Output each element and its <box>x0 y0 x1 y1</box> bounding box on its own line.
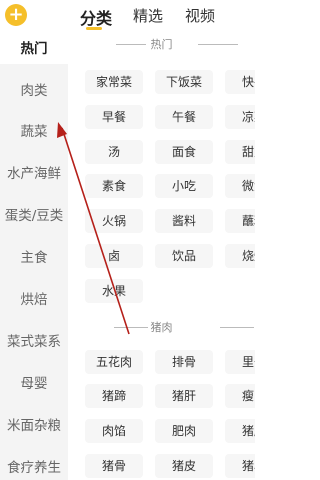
app-root: + 分类 精选 视频 热门 肉类 蔬菜 水产海鲜 蛋类/豆类 主食 烘焙 菜式菜… <box>0 0 255 480</box>
add-button[interactable]: + <box>5 4 27 26</box>
tag-chip[interactable]: 凉菜 <box>225 105 255 129</box>
tag-chip[interactable]: 面食 <box>155 140 213 164</box>
tag-chip[interactable]: 早餐 <box>85 105 143 129</box>
tag-chip[interactable]: 猪皮 <box>155 454 213 478</box>
tag-chip[interactable]: 火锅 <box>85 209 143 233</box>
tab-video[interactable]: 视频 <box>185 5 215 26</box>
tag-chip[interactable]: 猪肚 <box>225 419 255 443</box>
tag-chip[interactable]: 素食 <box>85 174 143 198</box>
tag-chip[interactable]: 猪蹄 <box>85 384 143 408</box>
top-bar: + 分类 精选 视频 <box>0 0 255 34</box>
tag-chip[interactable]: 小吃 <box>155 174 213 198</box>
plus-icon: + <box>8 4 24 25</box>
tag-chip[interactable]: 水果 <box>85 279 143 303</box>
category-sidebar[interactable]: 热门 肉类 蔬菜 水产海鲜 蛋类/豆类 主食 烘焙 菜式菜系 母婴 米面杂粮 食… <box>0 34 68 480</box>
sidebar-item-eggs-beans[interactable]: 蛋类/豆类 <box>0 201 68 231</box>
tag-chip[interactable]: 里脊 <box>225 350 255 374</box>
tag-chip[interactable]: 肉馅 <box>85 419 143 443</box>
sidebar-item-hot[interactable]: 热门 <box>0 34 68 64</box>
tag-chip[interactable]: 猪心 <box>225 454 255 478</box>
tag-chip[interactable]: 五花肉 <box>85 350 143 374</box>
tag-chip[interactable]: 酱料 <box>155 209 213 233</box>
tag-chip[interactable]: 排骨 <box>155 350 213 374</box>
tag-chip[interactable]: 猪肝 <box>155 384 213 408</box>
sidebar-item-seafood[interactable]: 水产海鲜 <box>0 159 68 189</box>
section-header-pork: 猪肉 <box>68 319 255 335</box>
sidebar-item-staple[interactable]: 主食 <box>0 243 68 273</box>
divider-line <box>220 327 254 328</box>
tag-chip[interactable]: 甜点 <box>225 140 255 164</box>
tag-chip[interactable]: 家常菜 <box>85 70 143 94</box>
tag-chip[interactable]: 饮品 <box>155 244 213 268</box>
tag-chip[interactable]: 快手 <box>225 70 255 94</box>
tag-chip[interactable]: 烧烤 <box>225 244 255 268</box>
divider-line <box>198 44 238 45</box>
sidebar-item-meat[interactable]: 肉类 <box>0 76 68 106</box>
category-content[interactable]: 热门 家常菜 下饭菜 快手 早餐 午餐 凉菜 汤 面食 甜点 素食 小吃 微波 … <box>68 34 255 480</box>
sidebar-item-grains[interactable]: 米面杂粮 <box>0 411 68 441</box>
tag-chip[interactable]: 下饭菜 <box>155 70 213 94</box>
sidebar-item-mother-baby[interactable]: 母婴 <box>0 369 68 399</box>
tag-chip[interactable]: 瘦肉 <box>225 384 255 408</box>
sidebar-item-vegetables[interactable]: 蔬菜 <box>0 117 68 147</box>
sidebar-item-cuisine[interactable]: 菜式菜系 <box>0 327 68 357</box>
sidebar-item-health[interactable]: 食疗养生 <box>0 453 68 480</box>
tag-chip[interactable]: 微波 <box>225 174 255 198</box>
tag-chip[interactable]: 猪骨 <box>85 454 143 478</box>
tab-featured[interactable]: 精选 <box>133 5 163 26</box>
active-tab-indicator <box>86 27 102 30</box>
tag-chip[interactable]: 汤 <box>85 140 143 164</box>
tag-chip[interactable]: 卤 <box>85 244 143 268</box>
tag-chip[interactable]: 肥肉 <box>155 419 213 443</box>
sidebar-item-baking[interactable]: 烘焙 <box>0 285 68 315</box>
tab-category[interactable]: 分类 <box>80 5 112 29</box>
tag-chip[interactable]: 午餐 <box>155 105 213 129</box>
section-header-hot: 热门 <box>68 36 255 52</box>
tag-chip[interactable]: 蘸料 <box>225 209 255 233</box>
